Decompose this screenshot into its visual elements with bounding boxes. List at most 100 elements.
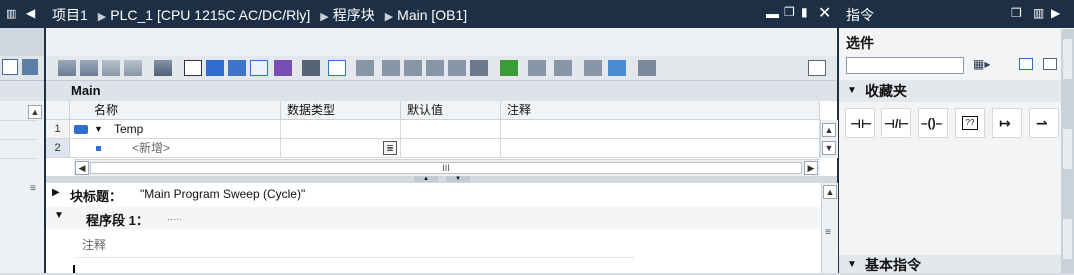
scroll-down-icon[interactable]: ▼	[822, 141, 836, 155]
scroll-up-icon[interactable]: ▲	[823, 185, 837, 199]
table-row-default-cell[interactable]	[401, 139, 501, 158]
restore-icon[interactable]: ❐	[784, 5, 795, 19]
search-options-icon[interactable]: ▦▸	[973, 57, 999, 73]
splitter-down-icon[interactable]: ▼	[446, 176, 470, 182]
table-row-name-cell[interactable]: ▼ Temp	[70, 120, 281, 139]
object-ref-icon[interactable]	[448, 60, 466, 76]
float-panel-icon[interactable]: ❐	[1011, 6, 1022, 20]
options-input[interactable]	[846, 57, 964, 74]
add-new-placeholder[interactable]: <新增>	[132, 139, 170, 158]
split-view-icon[interactable]	[808, 60, 826, 76]
expand-arrow-icon[interactable]: ▶	[52, 187, 60, 198]
scroll-up-icon[interactable]: ▲	[822, 123, 836, 137]
no-contact-icon[interactable]: ⊣⊢	[845, 108, 875, 138]
go-to-icon[interactable]	[382, 60, 400, 76]
breadcrumb-plc[interactable]: PLC_1 [CPU 1215C AC/DC/Rly]	[110, 7, 310, 23]
compare-icon[interactable]	[638, 60, 656, 76]
collapse-right-icon[interactable]: ▶	[1051, 6, 1060, 20]
outdent-icon[interactable]	[554, 60, 572, 76]
scroll-up-icon[interactable]: ▲	[28, 105, 42, 119]
export-icon[interactable]	[22, 59, 38, 75]
network-comments-icon[interactable]	[228, 60, 246, 76]
comment-bubble-icon[interactable]	[250, 60, 268, 76]
table-row-comment-cell[interactable]	[501, 120, 820, 139]
block-title-value[interactable]: "Main Program Sweep (Cycle)"	[140, 187, 305, 201]
block-interface-icon[interactable]	[302, 60, 320, 76]
monitor-icon[interactable]	[154, 60, 172, 76]
close-branch-icon[interactable]: ⇀	[1029, 108, 1059, 138]
panel-layout-icon[interactable]: ▥	[1033, 6, 1044, 20]
table-vscroll[interactable]: ▲ ▼	[820, 120, 838, 158]
table-row-default-cell[interactable]	[401, 120, 501, 139]
collapse-left-icon[interactable]: ◀	[26, 6, 35, 20]
expand-chevron-icon[interactable]: ▼	[94, 120, 103, 139]
float-window-icon[interactable]: ▮	[801, 5, 808, 19]
col-default-header[interactable]: 默认值	[401, 101, 501, 120]
breadcrumb-project[interactable]: 项目1	[52, 7, 88, 23]
network-comment-field[interactable]: 注释	[76, 231, 634, 258]
list-view-icon[interactable]	[328, 60, 346, 76]
coil-icon[interactable]: –()–	[918, 108, 948, 138]
insert-network-icon[interactable]	[58, 60, 76, 76]
download-icon[interactable]	[500, 60, 518, 76]
options-label: 选件	[846, 35, 874, 51]
absolute-operands-icon[interactable]	[184, 60, 202, 76]
contact-symbol-icon: ⊣⊢	[850, 117, 872, 131]
table-row-name-cell[interactable]: <新增>	[70, 139, 281, 158]
view-glasses-icon[interactable]	[608, 60, 626, 76]
box-symbol-icon: ??	[962, 116, 978, 130]
empty-box-icon[interactable]: ??	[955, 108, 985, 138]
scroll-grip-icon[interactable]: ≡	[825, 227, 831, 238]
collapse-arrow-icon[interactable]: ▼	[847, 80, 857, 102]
table-hscroll[interactable]: ◀ III ▶	[74, 159, 820, 177]
table-row-comment-cell[interactable]	[501, 139, 820, 158]
add-row-icon[interactable]	[124, 60, 142, 76]
side-tab[interactable]	[1063, 129, 1072, 169]
network-title: 程序段 1：	[86, 213, 149, 228]
hscroll-thumb[interactable]: III	[90, 162, 802, 174]
breadcrumb-block[interactable]: Main [OB1]	[397, 7, 467, 23]
basic-instructions-header[interactable]: ▼ 基本指令	[839, 255, 1061, 273]
col-name-header[interactable]: 名称	[70, 101, 281, 120]
datatype-picker-icon[interactable]: ≣	[383, 141, 397, 155]
row-number[interactable]: 2	[46, 139, 70, 158]
scroll-right-icon[interactable]: ▶	[804, 161, 818, 175]
indent-icon[interactable]	[528, 60, 546, 76]
scroll-left-icon[interactable]: ◀	[75, 161, 89, 175]
insert-row-icon[interactable]	[102, 60, 120, 76]
view-mode-icon[interactable]	[1019, 58, 1033, 70]
delete-network-icon[interactable]	[80, 60, 98, 76]
network-vscroll[interactable]: ▲ ≡	[821, 183, 838, 273]
collapse-arrow-icon[interactable]: ▼	[54, 210, 64, 221]
close-icon[interactable]: ✕	[818, 3, 831, 23]
panel-toggle-icon[interactable]: ▥	[6, 7, 16, 20]
grid-view-icon[interactable]	[2, 59, 18, 75]
goto-previous-icon[interactable]	[404, 60, 422, 76]
modify-value-icon[interactable]	[470, 60, 488, 76]
table-row-datatype-cell[interactable]	[281, 120, 401, 139]
list-mode-icon[interactable]	[1043, 58, 1057, 70]
show-tags-icon[interactable]	[206, 60, 224, 76]
row-number[interactable]: 1	[46, 120, 70, 139]
col-comment-header[interactable]: 注释	[501, 101, 820, 120]
nc-contact-icon[interactable]: ⊣/⊢	[881, 108, 911, 138]
side-tab[interactable]	[1063, 219, 1072, 259]
side-tab[interactable]	[1063, 39, 1072, 79]
minimize-icon[interactable]: ▬	[766, 6, 779, 21]
goto-next-icon[interactable]	[426, 60, 444, 76]
side-tabs-strip	[1061, 29, 1074, 273]
jump-icon[interactable]	[356, 60, 374, 76]
watch-icon[interactable]	[584, 60, 602, 76]
splitter-up-icon[interactable]: ▲	[414, 176, 438, 182]
col-datatype-header[interactable]: 数据类型	[281, 101, 401, 120]
favorites-toggle-icon[interactable]	[274, 60, 292, 76]
editor-splitter[interactable]: ▲ ▼	[46, 176, 837, 183]
basic-instructions-label: 基本指令	[865, 257, 921, 273]
splitter-handle-icon[interactable]: ≡	[30, 183, 36, 194]
table-row-datatype-cell[interactable]: ≣	[281, 139, 401, 158]
breadcrumb-folder[interactable]: 程序块	[333, 7, 375, 23]
favorites-section-header[interactable]: ▼ 收藏夹	[839, 80, 1061, 102]
network-title-placeholder[interactable]: .....	[167, 211, 182, 223]
open-branch-icon[interactable]: ↦	[992, 108, 1022, 138]
collapse-arrow-icon[interactable]: ▼	[847, 255, 857, 275]
